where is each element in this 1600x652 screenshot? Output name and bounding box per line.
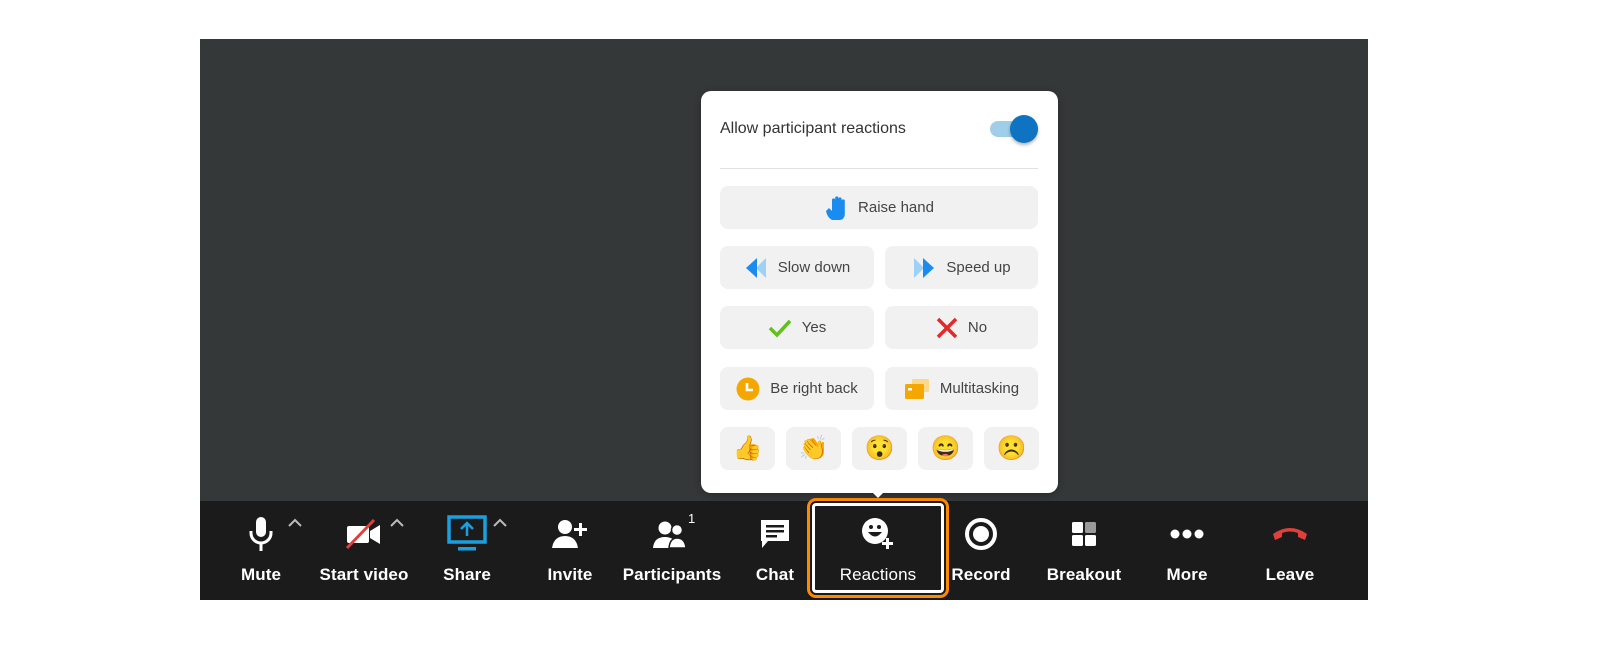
no-button[interactable]: No <box>885 306 1038 349</box>
slow-down-button[interactable]: Slow down <box>720 246 874 289</box>
clapping-reaction[interactable]: 👏 <box>786 427 841 470</box>
more-button[interactable]: More <box>1137 501 1237 600</box>
slow-down-label: Slow down <box>777 259 851 276</box>
participants-icon <box>652 516 692 552</box>
allow-reactions-row: Allow participant reactions <box>720 113 1038 145</box>
reactions-label: Reactions <box>839 565 917 584</box>
share-options-caret-icon[interactable] <box>493 515 507 527</box>
surprised-face-icon: 😯 <box>864 435 895 462</box>
invite-label: Invite <box>547 565 593 584</box>
allow-reactions-toggle[interactable] <box>990 114 1038 144</box>
popup-pointer <box>870 490 886 498</box>
frowning-reaction[interactable]: ☹️ <box>984 427 1039 470</box>
video-options-caret-icon[interactable] <box>390 515 404 527</box>
leave-label: Leave <box>1265 565 1315 584</box>
microphone-icon <box>241 516 281 552</box>
share-screen-icon <box>447 515 487 552</box>
multitasking-label: Multitasking <box>939 380 1020 397</box>
mute-options-caret-icon[interactable] <box>288 515 302 527</box>
participants-button[interactable]: 1 Participants <box>622 501 722 600</box>
share-label: Share <box>443 565 491 584</box>
more-label: More <box>1166 565 1208 584</box>
reactions-icon <box>858 516 898 552</box>
yes-label: Yes <box>801 319 827 336</box>
breakout-icon <box>1064 516 1104 552</box>
be-right-back-button[interactable]: Be right back <box>720 367 874 410</box>
speed-up-icon <box>912 257 936 279</box>
breakout-label: Breakout <box>1046 565 1122 584</box>
clock-icon <box>736 377 760 401</box>
invite-button[interactable]: Invite <box>520 501 620 600</box>
meeting-toolbar: Mute Start video Share Invite 1 Particip… <box>200 498 1368 600</box>
record-label: Record <box>951 565 1011 584</box>
leave-phone-icon <box>1270 516 1310 552</box>
speed-up-button[interactable]: Speed up <box>885 246 1038 289</box>
allow-reactions-label: Allow participant reactions <box>720 120 906 137</box>
grinning-reaction[interactable]: 😄 <box>918 427 973 470</box>
record-button[interactable]: Record <box>931 501 1031 600</box>
chat-label: Chat <box>755 565 795 584</box>
record-icon <box>961 516 1001 552</box>
clapping-hands-icon: 👏 <box>798 435 829 462</box>
yes-button[interactable]: Yes <box>720 306 874 349</box>
surprised-reaction[interactable]: 😯 <box>852 427 907 470</box>
video-off-icon <box>344 516 384 552</box>
thumbs-up-reaction[interactable]: 👍 <box>720 427 775 470</box>
breakout-button[interactable]: Breakout <box>1034 501 1134 600</box>
speed-up-label: Speed up <box>946 259 1011 276</box>
x-mark-icon <box>936 317 958 339</box>
toggle-knob <box>1010 115 1038 143</box>
checkmark-icon <box>768 318 792 338</box>
add-person-icon <box>550 516 590 552</box>
multitasking-button[interactable]: Multitasking <box>885 367 1038 410</box>
participants-label: Participants <box>622 565 722 584</box>
mute-label: Mute <box>240 565 282 584</box>
be-right-back-label: Be right back <box>770 380 858 397</box>
grinning-face-icon: 😄 <box>930 435 961 462</box>
frowning-face-icon: ☹️ <box>996 435 1027 462</box>
slow-down-icon <box>744 257 768 279</box>
start-video-label: Start video <box>319 565 409 584</box>
thumbs-up-icon: 👍 <box>732 435 763 462</box>
raise-hand-button[interactable]: Raise hand <box>720 186 1038 229</box>
no-label: No <box>967 319 988 336</box>
multitasking-icon <box>904 378 930 400</box>
participants-count-badge: 1 <box>688 511 696 526</box>
divider <box>720 168 1038 169</box>
more-icon <box>1167 516 1207 552</box>
raised-hand-icon <box>824 195 848 221</box>
chat-icon <box>755 516 795 552</box>
reactions-button[interactable]: Reactions <box>828 501 928 600</box>
reactions-popup: Allow participant reactions Raise hand S… <box>701 91 1058 493</box>
raise-hand-label: Raise hand <box>858 199 934 216</box>
leave-button[interactable]: Leave <box>1240 501 1340 600</box>
